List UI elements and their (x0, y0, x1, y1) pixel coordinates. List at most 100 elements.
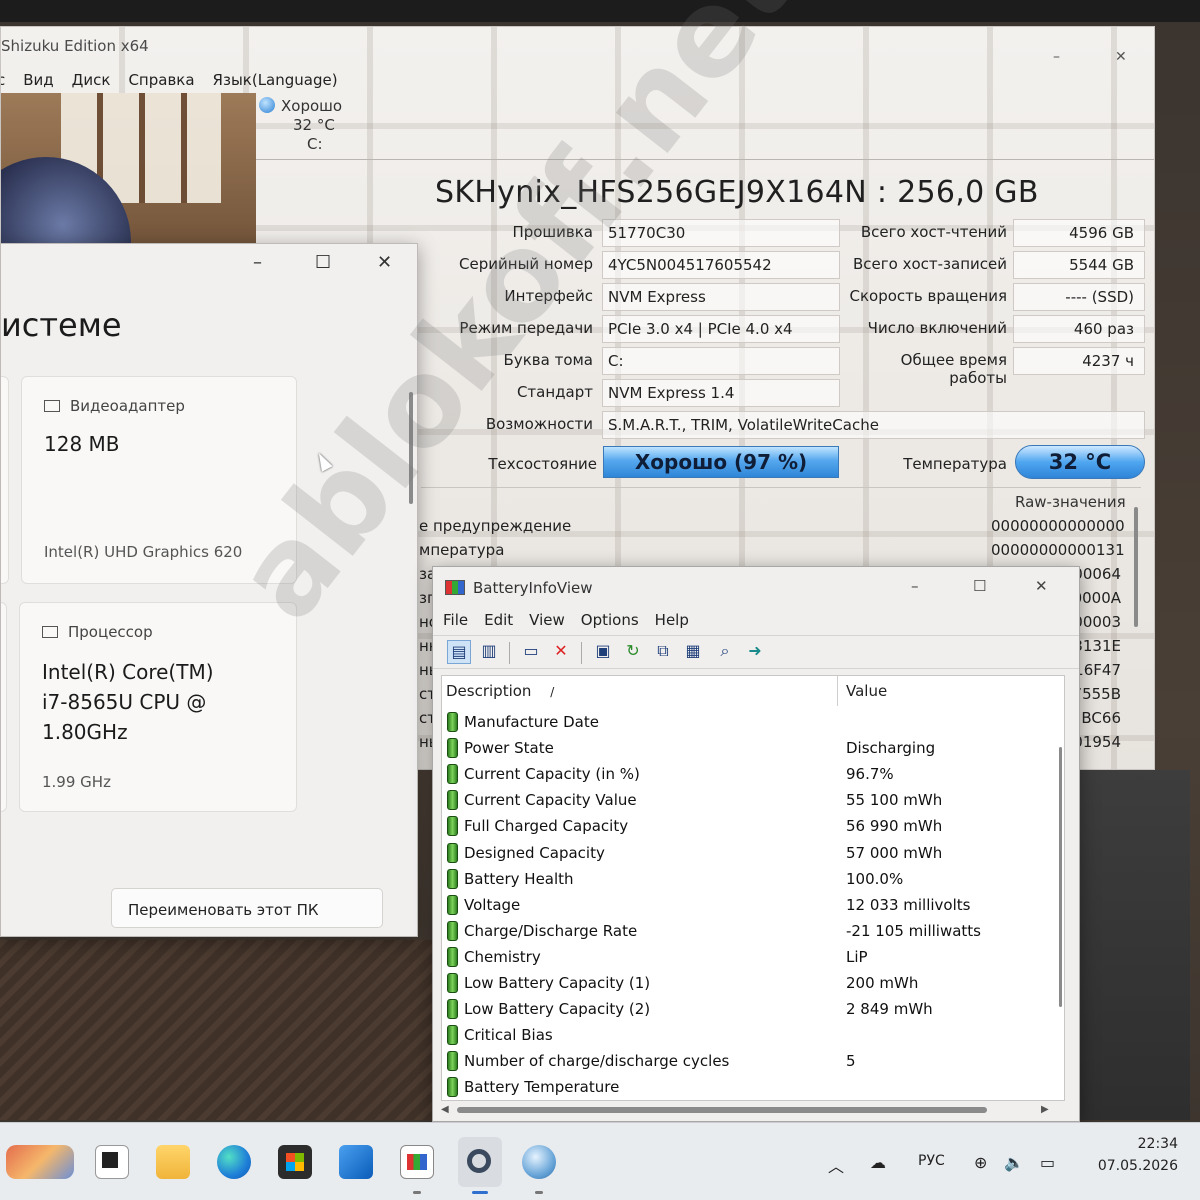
list-item[interactable]: Manufacture Date (442, 710, 1064, 736)
list-item[interactable]: Low Battery Capacity (1) 200 mWh (442, 971, 1064, 997)
value-column-header[interactable]: Value (846, 682, 887, 700)
list-item[interactable]: Current Capacity Value 55 100 mWh (442, 788, 1064, 814)
refresh-icon[interactable]: ↻ (621, 640, 645, 664)
cdi-menu-disk[interactable]: Диск (72, 71, 111, 89)
host-reads-label: Всего хост-чтений (860, 223, 1007, 241)
settings-page-title: истеме (1, 306, 122, 344)
list-item[interactable]: Number of charge/discharge cycles 5 (442, 1049, 1064, 1075)
list-item[interactable]: Current Capacity (in %) 96.7% (442, 762, 1064, 788)
list-item[interactable]: Designed Capacity 57 000 mWh (442, 841, 1064, 867)
biv-close-button[interactable]: ✕ (1035, 577, 1048, 595)
battery-icon[interactable]: ▭ (1040, 1153, 1055, 1172)
smart-attribute-name[interactable]: мпература (419, 541, 504, 559)
list-item-description: Current Capacity (in %) (464, 765, 640, 784)
partial-card-left-bottom (1, 602, 7, 812)
list-item[interactable]: Voltage 12 033 millivolts (442, 893, 1064, 919)
list-item[interactable]: Power State Discharging (442, 736, 1064, 762)
list-item[interactable]: Battery Health 100.0% (442, 867, 1064, 893)
file-explorer-icon[interactable] (156, 1145, 190, 1179)
features-value: S.M.A.R.T., TRIM, VolatileWriteCache (602, 411, 1145, 439)
settings-close-button[interactable]: ✕ (377, 252, 392, 273)
find-icon[interactable]: ⌕ (713, 640, 737, 664)
battery-info-mode-icon[interactable]: ▤ (447, 640, 471, 664)
network-globe-icon[interactable]: ⊕ (974, 1153, 987, 1172)
list-item[interactable]: Low Battery Capacity (2) 2 849 mWh (442, 997, 1064, 1023)
biv-minimize-button[interactable]: – (911, 577, 919, 595)
drive-tab-c[interactable]: Хорошо 32 °C C: (259, 97, 379, 154)
rotation-rate-value: ---- (SSD) (1013, 283, 1145, 311)
cpu-name-line-3: 1.80GHz (42, 720, 128, 744)
biv-menu-view[interactable]: View (529, 611, 565, 629)
cdi-menu-view[interactable]: Вид (23, 71, 53, 89)
biv-menu-options[interactable]: Options (581, 611, 639, 629)
settings-maximize-button[interactable]: ☐ (315, 252, 331, 273)
partial-card-left-top (1, 376, 9, 584)
battery-green-icon (447, 946, 458, 967)
biv-horizontal-scrollbar[interactable] (457, 1107, 987, 1113)
edge-browser-icon[interactable] (217, 1145, 251, 1179)
list-item[interactable]: Chemistry LiP (442, 945, 1064, 971)
list-item-value: 55 100 mWh (846, 791, 943, 810)
show-hidden-icons-chevron-up-icon[interactable]: ︿ (828, 1153, 844, 1177)
settings-taskbar-icon[interactable] (458, 1137, 502, 1187)
input-language-indicator[interactable]: РУС (918, 1153, 945, 1169)
task-view-icon[interactable] (95, 1145, 129, 1179)
system-clock[interactable]: 22:34 07.05.2026 (1078, 1133, 1178, 1177)
temperature-button[interactable]: 32 °C (1015, 445, 1145, 479)
onedrive-offline-icon[interactable]: ☁ (870, 1153, 886, 1172)
raw-values-header[interactable]: Raw-значения (1015, 493, 1126, 511)
host-writes-label: Всего хост-записей (853, 255, 1007, 273)
rename-pc-button[interactable]: Переименовать этот ПК (111, 888, 383, 928)
toolbar-separator (509, 642, 510, 664)
properties-icon[interactable]: ▭ (519, 640, 543, 664)
clock-time: 22:34 (1137, 1136, 1178, 1152)
outlook-icon[interactable] (339, 1145, 373, 1179)
microsoft-store-icon[interactable] (278, 1145, 312, 1179)
scroll-left-icon[interactable]: ◀ (441, 1104, 449, 1115)
batteryinfoview-app-icon (445, 580, 465, 595)
widgets-icon[interactable] (6, 1145, 74, 1179)
column-divider[interactable] (837, 676, 838, 706)
settings-minimize-button[interactable]: – (253, 252, 262, 273)
list-item-value: 200 mWh (846, 974, 919, 992)
display-adapter-icon (44, 400, 60, 412)
list-item[interactable]: Battery Temperature (442, 1075, 1064, 1100)
active-app-indicator (472, 1191, 488, 1194)
batteryinfoview-taskbar-icon[interactable] (400, 1145, 434, 1179)
biv-toolbar: ▤ ▥ ▭ ✕ ▣ ↻ ⧉ ▦ ⌕ ➜ (433, 635, 1079, 669)
cdi-menu-cut[interactable]: с (1, 71, 5, 89)
battery-green-icon (447, 894, 458, 915)
smart-table-scrollbar[interactable] (1134, 507, 1138, 627)
cdi-minimize-button[interactable]: – (1053, 49, 1060, 65)
cdi-close-button[interactable]: ✕ (1115, 49, 1127, 65)
volume-icon[interactable]: 🔈 (1004, 1153, 1024, 1172)
settings-window: – ☐ ✕ истеме Видеоадаптер 128 MB Intel(R… (0, 243, 418, 937)
biv-vertical-scrollbar[interactable] (1059, 747, 1062, 1007)
crystaldiskinfo-taskbar-icon[interactable] (522, 1145, 556, 1179)
copy-icon[interactable]: ⧉ (651, 640, 675, 664)
health-status-button[interactable]: Хорошо (97 %) (603, 446, 839, 478)
biv-menu-edit[interactable]: Edit (484, 611, 513, 629)
desktop-screen: Shizuku Edition x64 – ✕ с Вид Диск Справ… (0, 0, 1200, 1200)
delete-icon[interactable]: ✕ (549, 640, 573, 664)
list-item[interactable]: Full Charged Capacity 56 990 mWh (442, 814, 1064, 840)
scroll-right-icon[interactable]: ▶ (1041, 1104, 1049, 1115)
biv-maximize-button[interactable]: ☐ (973, 577, 986, 595)
battery-log-mode-icon[interactable]: ▥ (477, 640, 501, 664)
exit-icon[interactable]: ➜ (743, 640, 767, 664)
firmware-label: Прошивка (512, 223, 593, 241)
biv-menu-help[interactable]: Help (655, 611, 689, 629)
description-column-header[interactable]: Description / (446, 682, 554, 700)
cdi-menu-help[interactable]: Справка (128, 71, 194, 89)
list-item[interactable]: Critical Bias (442, 1023, 1064, 1049)
biv-menu-file[interactable]: File (443, 611, 468, 629)
save-icon[interactable]: ▣ (591, 640, 615, 664)
cdi-menu-language[interactable]: Язык(Language) (213, 71, 338, 89)
monitor-bezel-top (0, 0, 1200, 22)
list-item[interactable]: Charge/Discharge Rate -21 105 milliwatts (442, 919, 1064, 945)
smart-attribute-name[interactable]: е предупреждение (419, 517, 571, 535)
battery-green-icon (447, 738, 458, 759)
settings-scrollbar[interactable] (409, 392, 413, 504)
cdi-separator (256, 159, 1154, 160)
report-icon[interactable]: ▦ (681, 640, 705, 664)
